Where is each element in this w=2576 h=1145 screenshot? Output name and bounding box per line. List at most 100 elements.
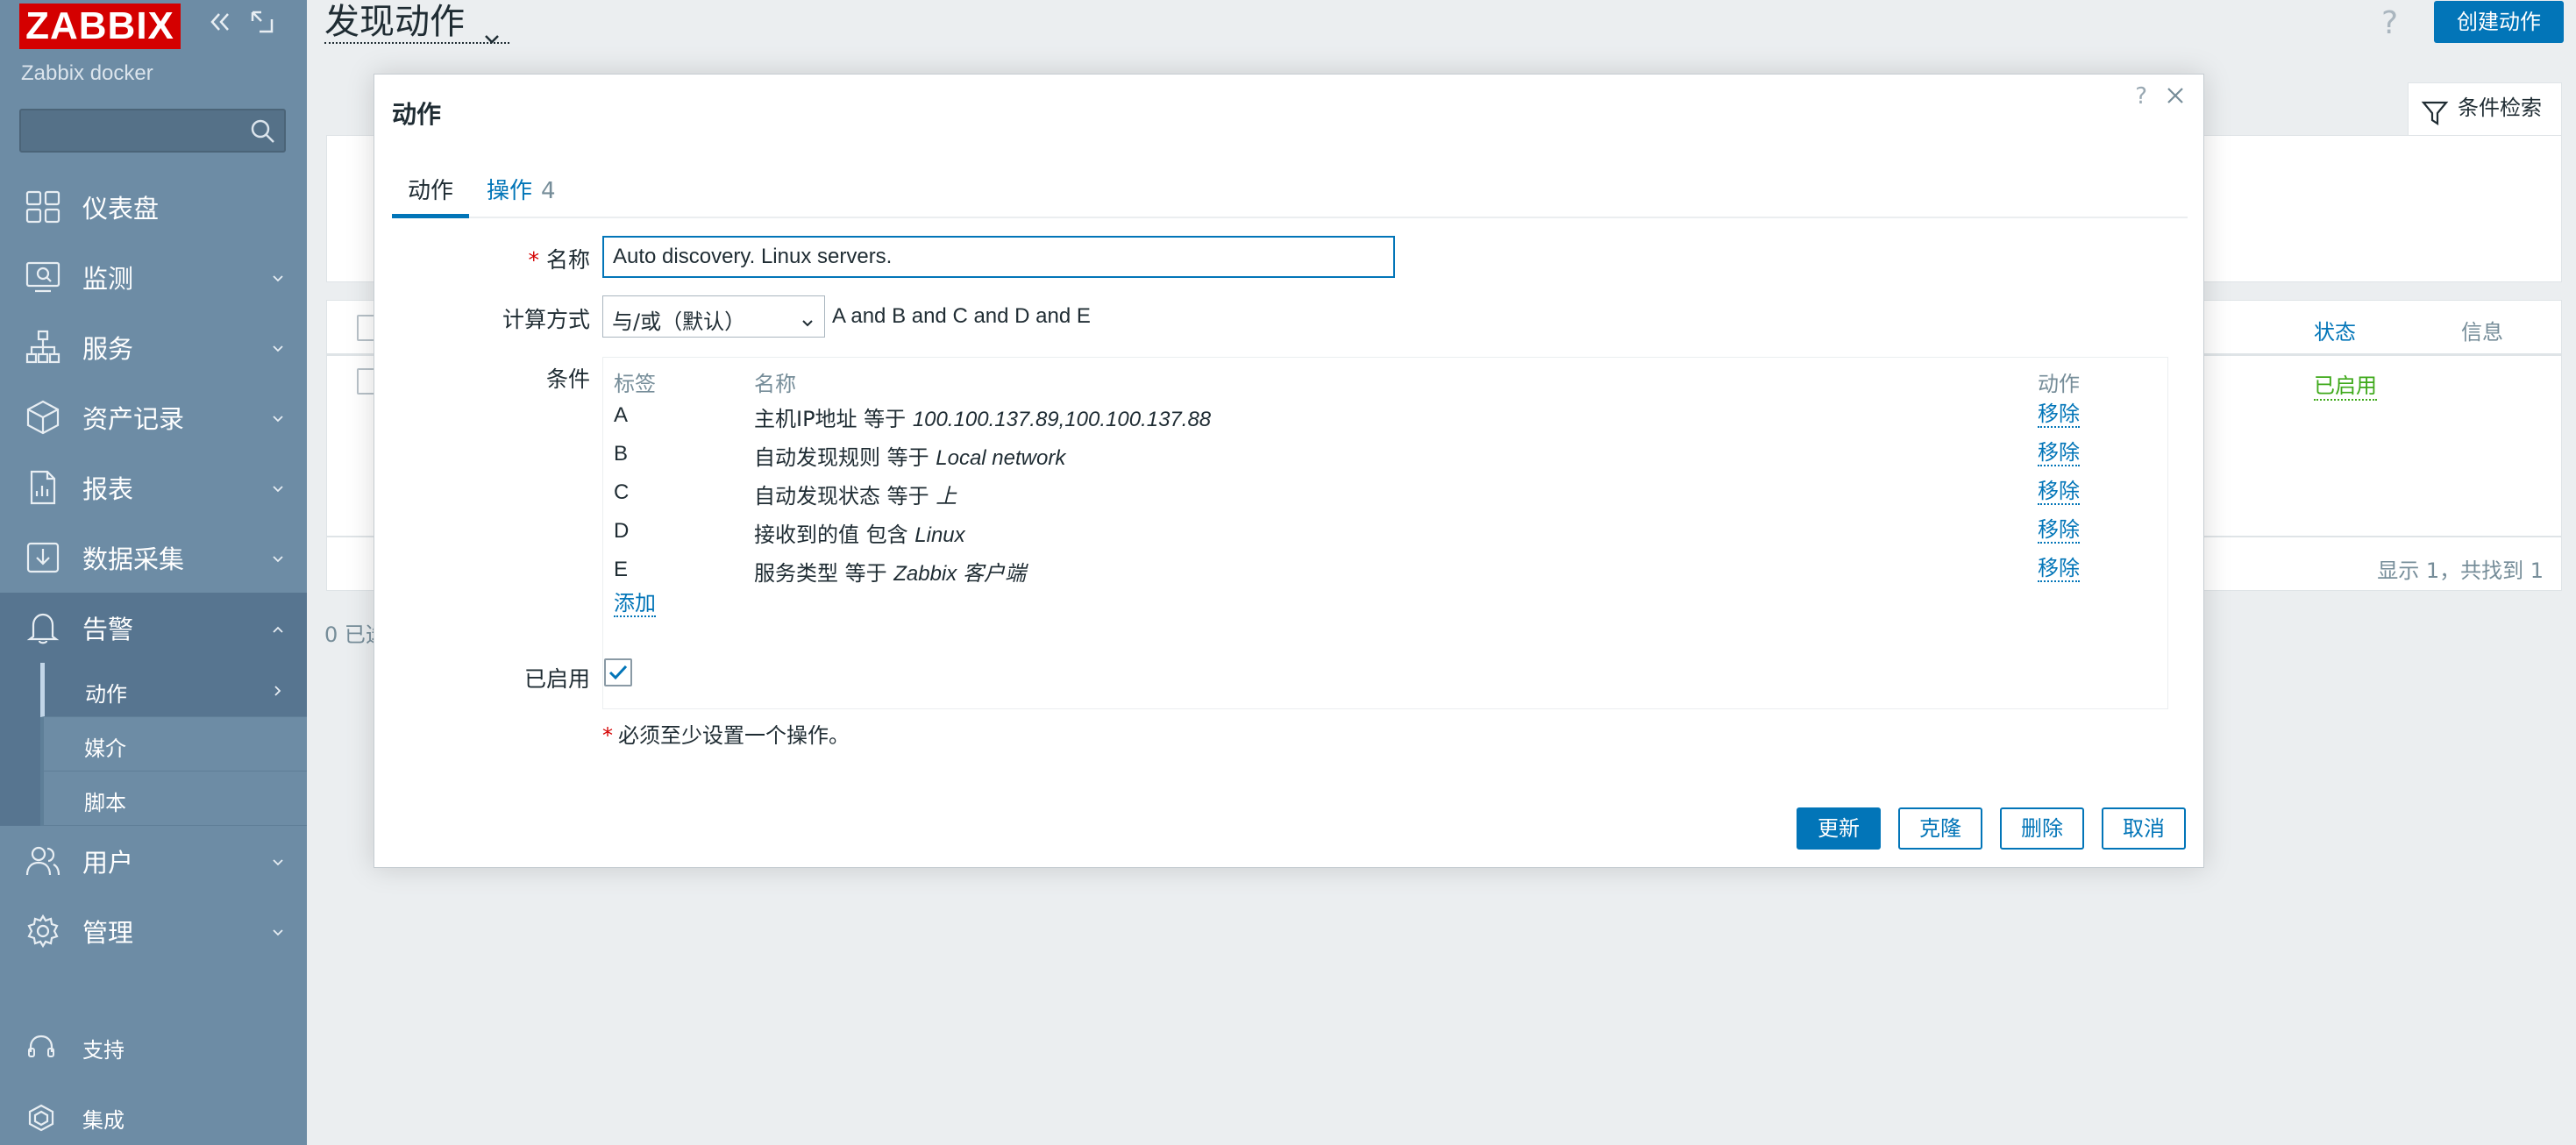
chevron-down-icon (272, 552, 284, 565)
action-dialog: 动作 ? 动作 操作4 *名称 计算方式 与/或（默认） A and B and… (374, 74, 2204, 868)
operations-warning: * 必须至少设置一个操作。 (602, 718, 850, 749)
submenu-label: 脚本 (84, 791, 126, 815)
menu-item-inventory[interactable]: 资产记录 (0, 382, 307, 452)
menu-label: 数据采集 (82, 544, 185, 574)
search-icon[interactable] (249, 117, 277, 146)
calculation-select[interactable]: 与/或（默认） (602, 295, 825, 338)
tab-label: 操作 (487, 178, 533, 204)
sidebar-search-input[interactable] (19, 109, 286, 153)
tab-label: 动作 (407, 178, 453, 204)
calc-expression: A and B and C and D and E (832, 304, 1091, 328)
menu-label: 报表 (82, 474, 134, 504)
warning-text: 必须至少设置一个操作。 (618, 723, 850, 748)
remove-link[interactable]: 移除 (2038, 556, 2080, 582)
submenu-item-scripts[interactable]: 脚本 (40, 772, 307, 826)
condition-name: 自动发现状态 等于 上 (754, 479, 957, 509)
remove-link[interactable]: 移除 (2038, 517, 2080, 544)
menu-item-services[interactable]: 服务 (0, 312, 307, 382)
remove-link[interactable]: 移除 (2038, 440, 2080, 466)
condition-text: 自动发现规则 等于 (754, 445, 936, 470)
submenu-label: 媒介 (84, 736, 126, 761)
create-action-button[interactable]: 创建动作 (2434, 1, 2564, 43)
remove-link[interactable]: 移除 (2038, 402, 2080, 428)
inventory-icon (25, 400, 61, 435)
condition-label: B (614, 442, 629, 466)
menu-label: 管理 (82, 918, 134, 948)
dialog-tabs: 动作 操作 4 (392, 171, 2188, 218)
menu-item-support[interactable]: 支持 (0, 1015, 307, 1077)
condition-text: 主机IP地址 等于 (754, 407, 913, 431)
dashboard-icon (25, 189, 61, 224)
menu-label: 资产记录 (82, 404, 185, 434)
condition-name: 主机IP地址 等于 100.100.137.89,100.100.137.88 (754, 402, 1211, 432)
enabled-checkbox[interactable] (604, 658, 632, 686)
tab-action[interactable]: 动作 (392, 171, 469, 218)
status-badge[interactable]: 已启用 (2314, 368, 2377, 401)
submenu-item-actions[interactable]: 动作 (40, 663, 307, 717)
condition-label: E (614, 558, 629, 581)
condition-name: 接收到的值 包含 Linux (754, 517, 965, 548)
services-icon (25, 330, 61, 365)
column-info: 信息 (2461, 320, 2503, 345)
clone-button[interactable]: 克隆 (1898, 807, 1982, 850)
menu-label: 用户 (82, 848, 134, 878)
zabbix-logo[interactable]: ZABBIX (19, 4, 181, 49)
condition-label: A (614, 403, 629, 427)
alerts-submenu: 动作 媒介 脚本 (0, 663, 307, 826)
chevron-down-icon (272, 272, 284, 284)
menu-label: 集成 (82, 1108, 125, 1133)
submenu-item-media[interactable]: 媒介 (40, 717, 307, 772)
delete-button[interactable]: 删除 (2000, 807, 2084, 850)
add-condition-link[interactable]: 添加 (614, 591, 656, 617)
table-row: C 自动发现状态 等于 上 移除 (603, 470, 2169, 508)
gear-icon (25, 914, 61, 949)
page-title-text: 发现动作 (324, 2, 465, 42)
chevron-down-icon (801, 310, 814, 327)
table-row: A 主机IP地址 等于 100.100.137.89,100.100.137.8… (603, 393, 2169, 431)
paging-summary: 显示 1，共找到 1 (2377, 558, 2544, 583)
name-field[interactable] (602, 236, 1395, 278)
filter-tab[interactable]: 条件检索 (2408, 82, 2562, 135)
submenu-label: 动作 (85, 682, 127, 707)
page-title[interactable]: 发现动作 (324, 0, 509, 44)
cancel-button[interactable]: 取消 (2102, 807, 2186, 850)
menu-item-reports[interactable]: 报表 (0, 452, 307, 523)
menu-label: 服务 (82, 334, 134, 364)
menu-item-administration[interactable]: 管理 (0, 896, 307, 966)
main-menu: 仪表盘 监测 服务 资产记录 报表 数据采集 告警 动作 媒介 脚本 用户 管理 (0, 172, 307, 966)
close-icon[interactable] (2165, 85, 2186, 106)
menu-item-alerts[interactable]: 告警 (0, 593, 307, 663)
chevron-up-icon (272, 622, 284, 635)
table-row: D 接收到的值 包含 Linux 移除 (603, 508, 2169, 547)
column-status[interactable]: 状态 (2314, 315, 2356, 345)
required-asterisk: * (528, 247, 539, 273)
calc-selected-value: 与/或（默认） (612, 309, 746, 334)
help-icon[interactable]: ? (2381, 5, 2398, 41)
calc-label: 计算方式 (502, 307, 590, 332)
condition-name: 服务类型 等于 Zabbix 客户端 (754, 556, 1026, 587)
chevron-right-icon (272, 684, 284, 696)
kiosk-mode-icon[interactable] (249, 9, 275, 42)
sidebar: ZABBIX Zabbix docker 仪表盘 监测 服务 资产记录 报表 数… (0, 0, 307, 1145)
table-row: B 自动发现规则 等于 Local network 移除 (603, 431, 2169, 470)
remove-link[interactable]: 移除 (2038, 479, 2080, 505)
monitoring-icon (25, 260, 61, 295)
bell-icon (25, 610, 61, 645)
menu-item-integrations[interactable]: 集成 (0, 1085, 307, 1145)
filter-icon (2421, 96, 2449, 126)
menu-label: 仪表盘 (82, 194, 160, 224)
update-button[interactable]: 更新 (1797, 807, 1881, 850)
tab-operations[interactable]: 操作 4 (487, 171, 556, 218)
reports-icon (25, 470, 61, 505)
condition-value: 上 (936, 485, 957, 508)
menu-item-monitoring[interactable]: 监测 (0, 242, 307, 312)
table-row: E 服务类型 等于 Zabbix 客户端 移除 (603, 547, 2169, 586)
menu-item-dashboard[interactable]: 仪表盘 (0, 172, 307, 242)
collapse-sidebar-icon[interactable] (207, 9, 233, 42)
headset-icon (26, 1033, 56, 1063)
menu-item-data-collection[interactable]: 数据采集 (0, 523, 307, 593)
help-icon[interactable]: ? (2135, 83, 2147, 110)
menu-item-users[interactable]: 用户 (0, 826, 307, 896)
condition-label: D (614, 519, 630, 543)
condition-value: Zabbix 客户端 (893, 562, 1026, 586)
